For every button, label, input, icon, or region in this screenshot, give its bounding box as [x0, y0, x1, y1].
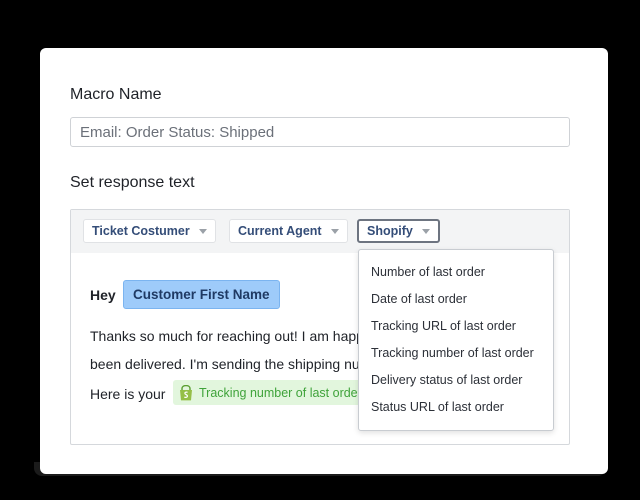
shopify-bag-icon — [180, 384, 192, 400]
chevron-down-icon — [198, 228, 207, 234]
menu-item-status-url-of-last-order[interactable]: Status URL of last order — [359, 394, 553, 421]
chevron-down-icon — [330, 228, 339, 234]
customer-first-name-variable[interactable]: Customer First Name — [123, 280, 280, 309]
current-agent-label: Current Agent — [238, 224, 322, 238]
shopify-label: Shopify — [367, 224, 413, 238]
tracking-number-variable[interactable]: Tracking number of last order — [173, 380, 370, 405]
menu-item-date-of-last-order[interactable]: Date of last order — [359, 286, 553, 313]
menu-item-number-of-last-order[interactable]: Number of last order — [359, 259, 553, 286]
variable-toolbar: Ticket Costumer Current Agent Shopify — [71, 210, 569, 253]
message-line-1: Thanks so much for reaching out! I am ha… — [90, 328, 364, 344]
shopify-dropdown-button[interactable]: Shopify — [357, 219, 440, 243]
shopify-variables-menu: Number of last order Date of last order … — [358, 249, 554, 431]
message-line-3: Here is your — [90, 386, 166, 402]
menu-item-tracking-number-of-last-order[interactable]: Tracking number of last order — [359, 340, 553, 367]
ticket-customer-label: Ticket Costumer — [92, 224, 190, 238]
message-line-2: been delivered. I'm sending the shipping… — [90, 356, 360, 372]
menu-item-delivery-status-of-last-order[interactable]: Delivery status of last order — [359, 367, 553, 394]
tracking-number-label: Tracking number of last order — [199, 385, 362, 400]
current-agent-dropdown-button[interactable]: Current Agent — [229, 219, 348, 243]
macro-name-label: Macro Name — [70, 86, 162, 103]
chevron-down-icon — [421, 228, 430, 234]
response-text-label: Set response text — [70, 174, 195, 191]
ticket-customer-dropdown-button[interactable]: Ticket Costumer — [83, 219, 216, 243]
macro-name-input[interactable] — [70, 117, 570, 147]
greeting-text: Hey — [90, 287, 116, 303]
menu-item-tracking-url-of-last-order[interactable]: Tracking URL of last order — [359, 313, 553, 340]
